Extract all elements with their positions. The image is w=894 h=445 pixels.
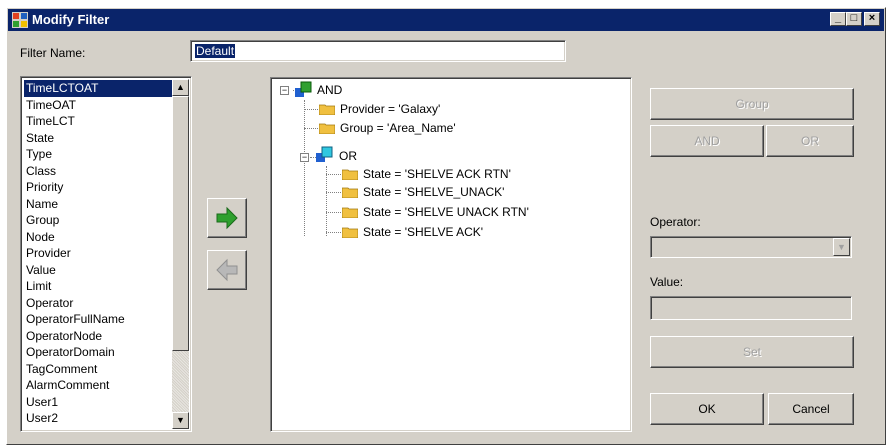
condition-label: State = 'SHELVE_UNACK' (363, 185, 505, 199)
scroll-down-button[interactable]: ▼ (172, 412, 189, 429)
field-list[interactable]: TimeLCTOAT TimeOAT TimeLCT State Type Class Pr… (20, 76, 192, 432)
filter-name-label: Filter Name: (20, 46, 86, 60)
tree-connector (326, 166, 327, 236)
folder-icon (342, 207, 358, 218)
maximize-button[interactable]: □ (846, 12, 862, 26)
field-list-item[interactable]: OperatorDomain (24, 344, 172, 361)
add-field-button[interactable] (207, 198, 247, 238)
right-arrow-icon (216, 206, 238, 230)
window-title: Modify Filter (32, 12, 110, 27)
condition-label: State = 'SHELVE UNACK RTN' (363, 205, 529, 219)
or-button[interactable]: OR (766, 125, 854, 157)
collapse-and-toggle[interactable]: − (280, 86, 289, 95)
filter-tree[interactable]: − AND Provider = 'Galaxy' Group = 'Area_… (270, 77, 632, 432)
field-list-item[interactable]: User1 (24, 394, 172, 411)
filter-name-input[interactable]: Default (190, 40, 566, 62)
field-list-items: TimeLCTOAT TimeOAT TimeLCT State Type Class Pr… (24, 80, 172, 427)
or-node-label: OR (339, 149, 357, 163)
field-list-scrollbar[interactable]: ▲ ▼ (172, 79, 189, 429)
or-node-icon (316, 146, 333, 162)
field-list-item[interactable]: TimeOAT (24, 97, 172, 114)
condition-label: State = 'SHELVE ACK RTN' (363, 167, 511, 181)
minimize-button[interactable]: _ (830, 12, 846, 26)
operator-label: Operator: (650, 215, 701, 229)
remove-field-button[interactable] (207, 250, 247, 290)
set-button[interactable]: Set (650, 336, 854, 368)
field-list-item[interactable]: Limit (24, 278, 172, 295)
chevron-down-icon[interactable]: ▼ (833, 238, 850, 256)
folder-icon (342, 227, 358, 238)
close-button[interactable]: × (864, 12, 880, 26)
field-list-item[interactable]: Name (24, 196, 172, 213)
tree-connector (326, 174, 341, 175)
field-list-item[interactable]: Operator (24, 295, 172, 312)
collapse-or-toggle[interactable]: − (300, 153, 309, 162)
field-list-item[interactable]: Node (24, 229, 172, 246)
scroll-up-button[interactable]: ▲ (172, 79, 189, 96)
condition-label: Provider = 'Galaxy' (340, 102, 441, 116)
tree-connector (326, 232, 341, 233)
folder-icon (342, 187, 358, 198)
scroll-thumb[interactable] (172, 96, 189, 351)
group-button[interactable]: Group (650, 88, 854, 120)
and-node-icon (295, 81, 312, 97)
tree-connector (304, 109, 318, 110)
folder-icon (319, 123, 335, 134)
and-node-label: AND (317, 83, 343, 97)
title-bar[interactable]: Modify Filter _ □ × (8, 9, 884, 31)
operator-select[interactable]: ▼ (650, 236, 852, 258)
field-list-item[interactable]: OperatorFullName (24, 311, 172, 328)
field-list-item[interactable]: Provider (24, 245, 172, 262)
cancel-button[interactable]: Cancel (768, 393, 854, 425)
app-icon (12, 12, 28, 28)
ok-button[interactable]: OK (650, 393, 764, 425)
folder-icon (319, 104, 335, 115)
field-list-item[interactable]: TagComment (24, 361, 172, 378)
field-list-item[interactable]: User2 (24, 410, 172, 427)
field-list-item[interactable]: OperatorNode (24, 328, 172, 345)
condition-label: State = 'SHELVE ACK' (363, 225, 484, 239)
field-list-item[interactable]: Group (24, 212, 172, 229)
folder-icon (342, 169, 358, 180)
field-list-item[interactable]: State (24, 130, 172, 147)
tree-connector (304, 128, 318, 129)
field-list-item[interactable]: AlarmComment (24, 377, 172, 394)
filter-name-value: Default (195, 44, 236, 58)
condition-label: Group = 'Area_Name' (340, 121, 456, 135)
left-arrow-icon (216, 258, 238, 282)
value-label: Value: (650, 275, 684, 289)
tree-connector (304, 100, 305, 236)
value-input[interactable] (650, 296, 852, 320)
and-button[interactable]: AND (650, 125, 764, 157)
field-list-item[interactable]: Value (24, 262, 172, 279)
field-list-item[interactable]: TimeLCT (24, 113, 172, 130)
field-list-item[interactable]: Type (24, 146, 172, 163)
field-list-item[interactable]: Priority (24, 179, 172, 196)
field-list-item[interactable]: TimeLCTOAT (24, 80, 172, 97)
tree-connector (326, 192, 341, 193)
tree-connector (326, 212, 341, 213)
field-list-item[interactable]: Class (24, 163, 172, 180)
